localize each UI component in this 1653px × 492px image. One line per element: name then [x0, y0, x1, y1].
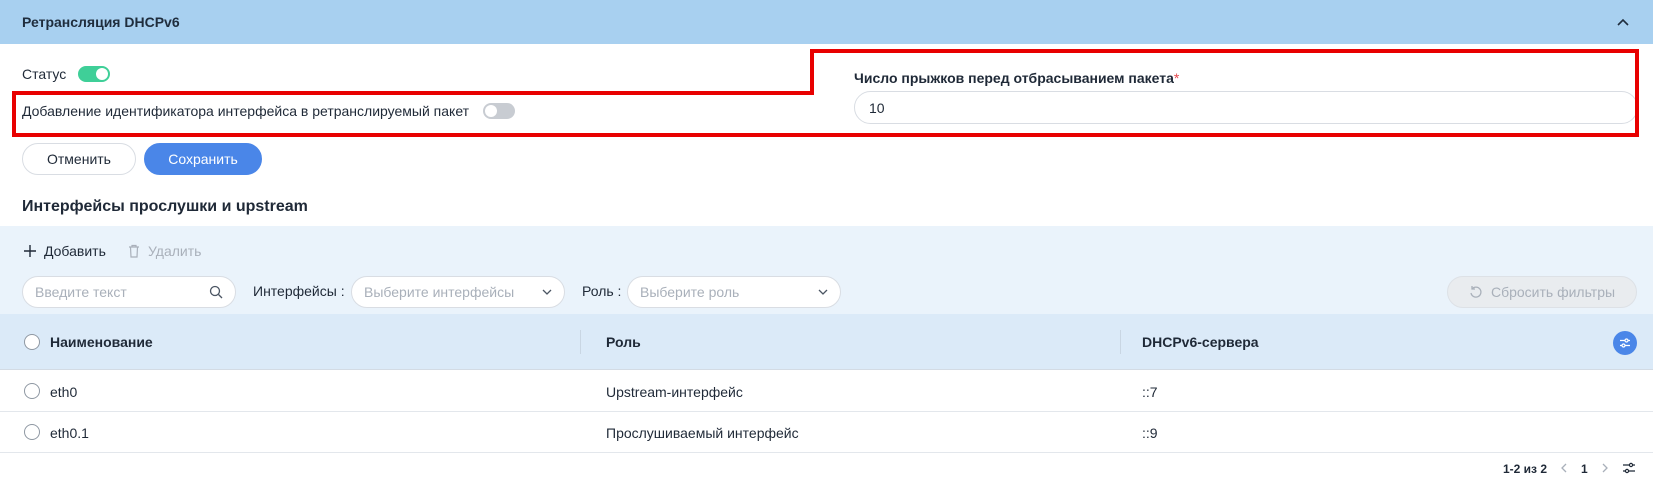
pagination: 1-2 из 2 1 [1503, 461, 1636, 477]
cell-servers: ::7 [1142, 384, 1158, 400]
column-settings-button[interactable] [1613, 331, 1637, 355]
cell-servers: ::9 [1142, 425, 1158, 441]
reset-filters-button[interactable]: Сбросить фильтры [1447, 276, 1637, 308]
search-placeholder: Введите текст [35, 284, 127, 300]
hops-input[interactable] [854, 91, 1638, 124]
row-checkbox[interactable] [24, 424, 40, 440]
add-button[interactable]: Добавить [24, 243, 106, 259]
required-mark: * [1173, 70, 1180, 86]
hops-label-text: Число прыжков перед отбрасыванием пакета [854, 70, 1174, 86]
trash-icon [129, 244, 139, 258]
table-header: Наименование Роль DHCPv6-сервера [0, 314, 1653, 370]
column-divider[interactable] [580, 330, 581, 354]
interfaces-title: Интерфейсы прослушки и upstream [22, 198, 308, 215]
reset-icon [1470, 286, 1482, 298]
plus-icon [24, 245, 36, 257]
next-page-icon[interactable] [1602, 462, 1608, 476]
interfaces-filter-label: Интерфейсы : [253, 283, 345, 299]
delete-label: Удалить [148, 243, 202, 259]
prev-page-icon[interactable] [1561, 462, 1567, 476]
toggle-knob [96, 68, 109, 80]
table-row[interactable]: eth0.1 Прослушиваемый интерфейс ::9 [0, 412, 1653, 453]
current-page[interactable]: 1 [1581, 462, 1588, 476]
table-row[interactable]: eth0 Upstream-интерфейс ::7 [0, 371, 1653, 412]
chevron-up-icon[interactable] [1613, 12, 1633, 32]
pagination-range: 1-2 из 2 [1503, 462, 1548, 476]
reset-filters-label: Сбросить фильтры [1490, 284, 1616, 300]
delete-button[interactable]: Удалить [128, 243, 201, 259]
search-icon [209, 285, 223, 299]
column-divider[interactable] [1120, 330, 1121, 354]
cell-role: Прослушиваемый интерфейс [606, 425, 799, 441]
table-settings-icon[interactable] [1622, 462, 1636, 477]
cell-name: eth0.1 [50, 425, 89, 441]
section-header[interactable]: Ретрансляция DHCPv6 [0, 0, 1653, 44]
chevron-down-icon [542, 289, 552, 295]
search-input[interactable]: Введите текст [22, 276, 236, 308]
role-filter-placeholder: Выберите роль [640, 284, 740, 300]
status-label: Статус [22, 66, 67, 82]
interface-id-toggle[interactable] [483, 103, 516, 119]
interface-id-label: Добавление идентификатора интерфейса в р… [22, 103, 470, 119]
select-all-checkbox[interactable] [24, 334, 40, 350]
cell-role: Upstream-интерфейс [606, 384, 743, 400]
cell-name: eth0 [50, 384, 78, 400]
row-checkbox[interactable] [24, 383, 40, 399]
column-header-name[interactable]: Наименование [50, 334, 153, 350]
section-title: Ретрансляция DHCPv6 [22, 14, 180, 30]
role-filter-label: Роль : [582, 283, 622, 299]
chevron-down-icon [818, 289, 828, 295]
column-header-role[interactable]: Роль [606, 334, 641, 350]
hops-label: Число прыжков перед отбрасыванием пакета… [854, 70, 1179, 86]
sliders-icon [1620, 338, 1630, 348]
add-label: Добавить [44, 243, 106, 259]
interface-id-row: Добавление идентификатора интерфейса в р… [22, 103, 516, 119]
status-row: Статус [22, 66, 111, 82]
status-toggle[interactable] [78, 66, 111, 82]
cancel-button[interactable]: Отменить [22, 143, 136, 175]
interfaces-filter-placeholder: Выберите интерфейсы [364, 284, 515, 300]
save-button[interactable]: Сохранить [144, 143, 262, 175]
column-header-servers[interactable]: DHCPv6-сервера [1142, 334, 1259, 350]
role-filter-select[interactable]: Выберите роль [627, 276, 841, 308]
interfaces-filter-select[interactable]: Выберите интерфейсы [351, 276, 565, 308]
toggle-knob [485, 105, 498, 117]
